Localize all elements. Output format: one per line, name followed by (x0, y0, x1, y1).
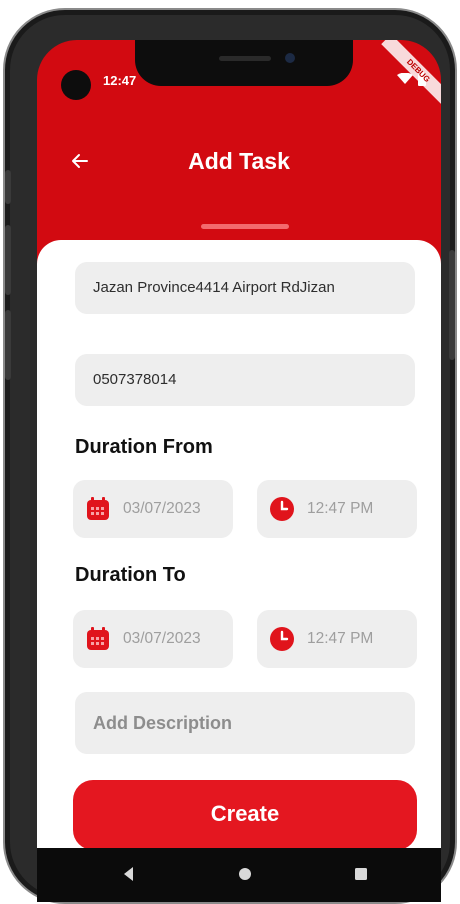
volume-up-button (5, 225, 11, 295)
camera-hole (61, 70, 91, 100)
duration-from-label: Duration From (75, 436, 213, 458)
clock-icon (270, 627, 294, 651)
duration-to-date: 03/07/2023 (123, 630, 201, 647)
nav-recent-icon[interactable] (349, 862, 373, 886)
volume-down-button (5, 310, 11, 380)
power-button (449, 250, 455, 360)
nav-home-icon[interactable] (233, 862, 257, 886)
wifi-icon (397, 72, 414, 85)
address-field[interactable]: Jazan Province4414 Airport RdJizan (75, 262, 415, 314)
duration-from-date: 03/07/2023 (123, 500, 201, 517)
duration-from-time: 12:47 PM (307, 500, 374, 517)
nav-back-icon[interactable] (117, 862, 141, 886)
screen: 12:47 DEBUG Add Task Jazan Province4414 … (37, 40, 441, 902)
calendar-icon (87, 627, 109, 650)
duration-from-date-picker[interactable]: 03/07/2023 (73, 480, 233, 538)
debug-banner: DEBUG (381, 40, 441, 108)
description-field[interactable]: Add Description (75, 692, 415, 754)
phone-field[interactable]: 0507378014 (75, 354, 415, 406)
side-button (5, 170, 11, 204)
duration-to-label: Duration To (75, 564, 186, 586)
system-nav-bar (37, 848, 441, 902)
duration-to-time: 12:47 PM (307, 630, 374, 647)
app-header: Add Task (37, 132, 441, 192)
speaker (219, 56, 271, 61)
duration-to-time-picker[interactable]: 12:47 PM (257, 610, 417, 668)
clock-icon (270, 497, 294, 521)
front-camera (285, 53, 295, 63)
drag-handle[interactable] (201, 224, 289, 229)
status-time: 12:47 (103, 73, 137, 88)
page-title: Add Task (188, 148, 290, 174)
form-sheet: Jazan Province4414 Airport RdJizan 05073… (37, 240, 441, 850)
duration-to-date-picker[interactable]: 03/07/2023 (73, 610, 233, 668)
duration-from-time-picker[interactable]: 12:47 PM (257, 480, 417, 538)
create-button[interactable]: Create (73, 780, 417, 850)
phone-frame: 12:47 DEBUG Add Task Jazan Province4414 … (3, 8, 457, 904)
notch (135, 40, 353, 86)
calendar-icon (87, 497, 109, 520)
